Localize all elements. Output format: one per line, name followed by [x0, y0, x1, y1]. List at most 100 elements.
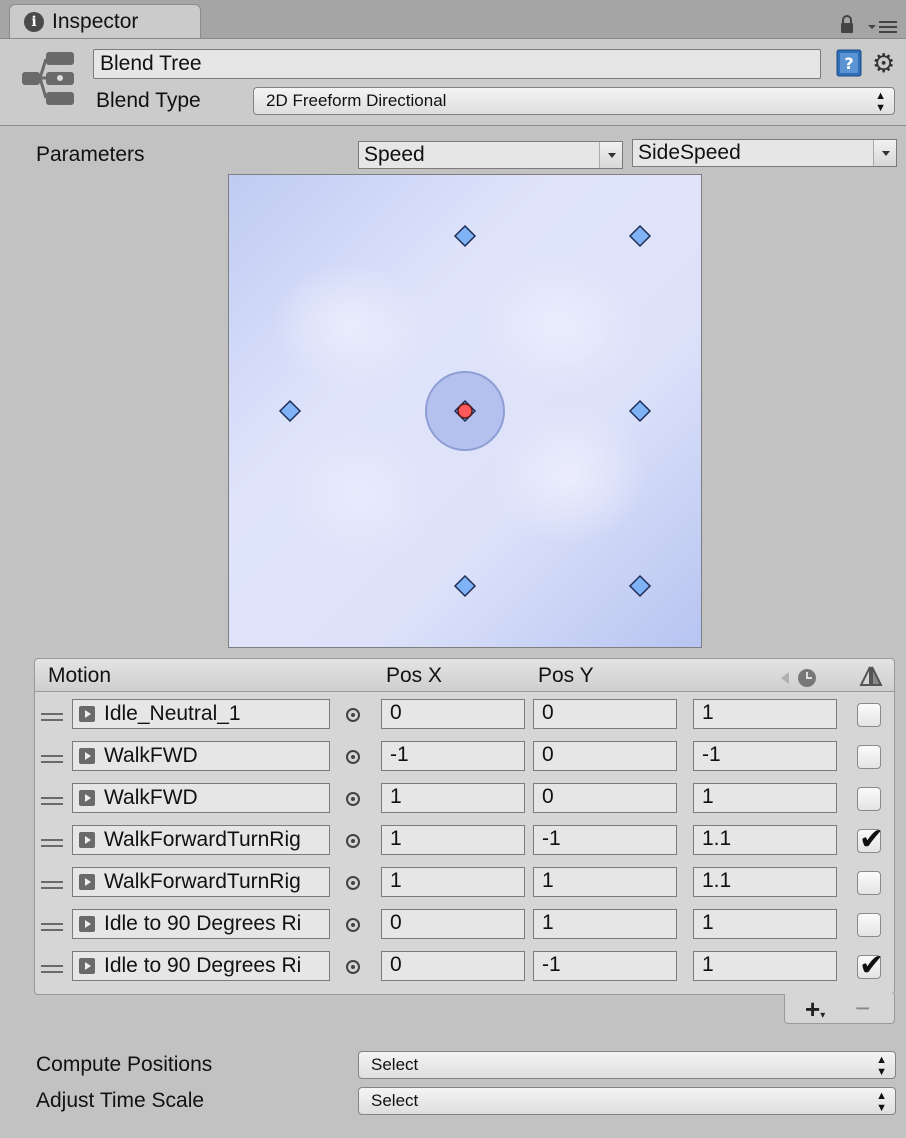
animation-clip-icon	[79, 916, 95, 932]
gear-icon[interactable]: ⚙	[872, 49, 902, 77]
speed-input[interactable]: 1.1	[693, 825, 837, 855]
motion-clip-field[interactable]: WalkForwardTurnRig	[72, 825, 330, 855]
pos-x-input[interactable]: -1	[381, 741, 525, 771]
add-remove-footer: +▾ −	[784, 994, 895, 1024]
mirror-checkbox[interactable]	[857, 703, 881, 727]
inspector-header: Blend Tree ? ⚙ Blend Type 2D Freeform Di…	[0, 39, 906, 126]
drag-handle-icon[interactable]	[41, 881, 63, 889]
table-row: WalkForwardTurnRig 1 -1 1.1	[35, 821, 894, 863]
blend-tree-icon	[22, 52, 74, 105]
motion-point[interactable]	[453, 224, 477, 248]
pos-y-input[interactable]: -1	[533, 951, 677, 981]
animation-clip-icon	[79, 706, 95, 722]
animation-clip-icon	[79, 790, 95, 806]
mirror-checkbox[interactable]	[857, 913, 881, 937]
motion-clip-name: WalkForwardTurnRig	[104, 870, 301, 893]
pos-x-input[interactable]: 1	[381, 867, 525, 897]
select-arrows-icon: ▲ ▼	[876, 1090, 887, 1114]
pos-x-input[interactable]: 1	[381, 825, 525, 855]
pos-x-input[interactable]: 0	[381, 909, 525, 939]
table-row: WalkFWD -1 0 -1	[35, 737, 894, 779]
pos-y-input[interactable]: 1	[533, 909, 677, 939]
blend-tree-name-input[interactable]: Blend Tree	[93, 49, 821, 79]
motion-clip-name: Idle to 90 Degrees Ri	[104, 954, 302, 977]
motion-clip-field[interactable]: WalkFWD	[72, 783, 330, 813]
compute-positions-label: Compute Positions	[36, 1053, 213, 1076]
animation-clip-icon	[79, 874, 95, 890]
pos-x-input[interactable]: 0	[381, 951, 525, 981]
x-parameter-select[interactable]: Speed	[358, 141, 623, 169]
lock-icon[interactable]	[840, 14, 854, 34]
speed-input[interactable]: 1	[693, 783, 837, 813]
drag-handle-icon[interactable]	[41, 797, 63, 805]
animation-clip-icon	[79, 958, 95, 974]
parameters-label: Parameters	[36, 143, 145, 166]
motion-clip-field[interactable]: Idle to 90 Degrees Ri	[72, 951, 330, 981]
blend-type-select[interactable]: 2D Freeform Directional ▲ ▼	[253, 87, 895, 115]
pos-x-input[interactable]: 1	[381, 783, 525, 813]
speed-input[interactable]: 1.1	[693, 867, 837, 897]
speed-input[interactable]: 1	[693, 951, 837, 981]
drag-handle-icon[interactable]	[41, 755, 63, 763]
pos-y-input[interactable]: 0	[533, 741, 677, 771]
speed-input[interactable]: 1	[693, 909, 837, 939]
pos-y-input[interactable]: 0	[533, 699, 677, 729]
object-picker-icon[interactable]	[346, 792, 360, 806]
object-picker-icon[interactable]	[346, 708, 360, 722]
drag-handle-icon[interactable]	[41, 713, 63, 721]
object-picker-icon[interactable]	[346, 876, 360, 890]
help-icon[interactable]: ?	[836, 49, 862, 77]
mirror-checkbox[interactable]	[857, 871, 881, 895]
motion-clip-field[interactable]: WalkForwardTurnRig	[72, 867, 330, 897]
current-blend-point[interactable]	[457, 403, 473, 419]
drag-handle-icon[interactable]	[41, 839, 63, 847]
table-row: Idle_Neutral_1 0 0 1	[35, 695, 894, 737]
tab-inspector[interactable]: i Inspector	[9, 4, 201, 38]
object-picker-icon[interactable]	[346, 918, 360, 932]
table-row: WalkForwardTurnRig 1 1 1.1	[35, 863, 894, 905]
motion-point[interactable]	[278, 399, 302, 423]
motion-point[interactable]	[628, 399, 652, 423]
motion-clip-name: WalkFWD	[104, 744, 198, 767]
motion-clip-field[interactable]: Idle_Neutral_1	[72, 699, 330, 729]
drag-handle-icon[interactable]	[41, 923, 63, 931]
tab-bar: i Inspector	[0, 0, 906, 39]
mirror-checkbox[interactable]	[857, 948, 884, 983]
mirror-checkbox[interactable]	[857, 745, 881, 769]
motion-clip-name: WalkFWD	[104, 786, 198, 809]
blend-type-label: Blend Type	[96, 89, 201, 112]
menu-icon[interactable]	[866, 20, 898, 34]
y-parameter-select[interactable]: SideSpeed	[632, 139, 897, 167]
mirror-checkbox[interactable]	[857, 787, 881, 811]
table-row: WalkFWD 1 0 1	[35, 779, 894, 821]
motion-list: Motion Pos X Pos Y Idle_Neutral_1 0 0 1 Walk…	[34, 658, 895, 995]
pos-y-column-header: Pos Y	[538, 664, 594, 687]
motion-point[interactable]	[453, 574, 477, 598]
object-picker-icon[interactable]	[346, 750, 360, 764]
add-motion-icon[interactable]: +▾	[805, 996, 825, 1029]
pos-y-input[interactable]: 0	[533, 783, 677, 813]
speed-input[interactable]: 1	[693, 699, 837, 729]
blend-graph[interactable]	[228, 174, 702, 648]
motion-clip-name: Idle to 90 Degrees Ri	[104, 912, 302, 935]
motion-clip-field[interactable]: WalkFWD	[72, 741, 330, 771]
tab-label: Inspector	[52, 10, 139, 33]
speed-input[interactable]: -1	[693, 741, 837, 771]
mirror-checkbox[interactable]	[857, 822, 884, 857]
motion-point[interactable]	[628, 574, 652, 598]
drag-handle-icon[interactable]	[41, 965, 63, 973]
pos-y-input[interactable]: 1	[533, 867, 677, 897]
compute-positions-select[interactable]: Select ▲ ▼	[358, 1051, 896, 1079]
pos-y-input[interactable]: -1	[533, 825, 677, 855]
object-picker-icon[interactable]	[346, 960, 360, 974]
speed-clock-icon	[781, 669, 816, 687]
adjust-time-scale-label: Adjust Time Scale	[36, 1089, 205, 1112]
motion-clip-field[interactable]: Idle to 90 Degrees Ri	[72, 909, 330, 939]
table-row: Idle to 90 Degrees Ri 0 1 1	[35, 905, 894, 947]
motion-point[interactable]	[628, 224, 652, 248]
remove-motion-icon[interactable]: −	[855, 995, 870, 1021]
pos-x-input[interactable]: 0	[381, 699, 525, 729]
blend-graph-canvas[interactable]	[229, 175, 701, 647]
adjust-time-scale-select[interactable]: Select ▲ ▼	[358, 1087, 896, 1115]
object-picker-icon[interactable]	[346, 834, 360, 848]
